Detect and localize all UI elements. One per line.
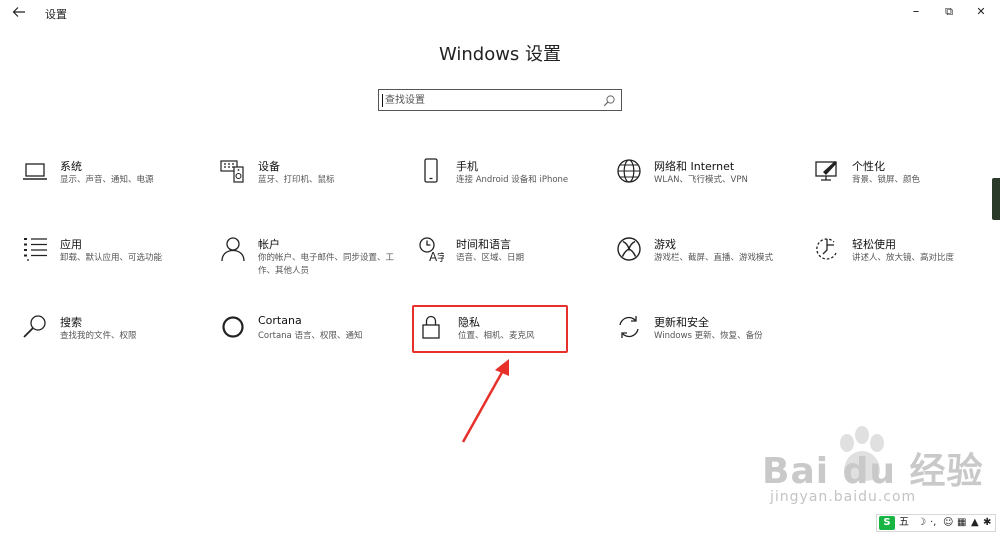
tile-title: 更新和安全 (654, 316, 709, 329)
svg-text:字: 字 (437, 251, 444, 262)
title-bar: 设置 – ⧉ ✕ (0, 0, 1000, 26)
laptop-icon (22, 158, 48, 184)
tile-description: 卸载、默认应用、可选功能 (60, 253, 163, 263)
tile-title: Cortana (258, 314, 302, 327)
settings-tile-cortana[interactable]: Cortana Cortana 语言、权限、通知 (220, 314, 410, 374)
tile-description: 显示、声音、通知、电源 (60, 175, 154, 185)
ime-toolbar[interactable]: S 五 ☽ ·, ☺ ▦ ▲ ✱ (876, 514, 996, 532)
settings-tile-devices[interactable]: 设备 蓝牙、打印机、鼠标 (220, 158, 410, 218)
settings-tile-network[interactable]: 网络和 Internet WLAN、飞行模式、VPN (616, 158, 806, 218)
tile-description: 蓝牙、打印机、鼠标 (258, 175, 335, 185)
maximize-button[interactable]: ⧉ (938, 3, 960, 21)
text-caret (382, 94, 383, 107)
settings-tile-accounts[interactable]: 帐户 你的帐户、电子邮件、同步设置、工作、其他人员 (220, 236, 410, 296)
paint-monitor-icon (814, 158, 840, 184)
time-language-icon: A字 (418, 236, 444, 262)
person-icon (220, 236, 246, 262)
settings-tile-search[interactable]: 搜索 查找我的文件、权限 (22, 314, 212, 374)
search-icon[interactable] (602, 93, 616, 107)
sync-arrows-icon (616, 314, 642, 340)
tile-description: WLAN、飞行模式、VPN (654, 175, 748, 185)
magnifier-icon (22, 314, 48, 340)
tile-title: 应用 (60, 238, 82, 251)
cortana-ring-icon (220, 314, 246, 340)
ime-logo-icon[interactable]: S (879, 516, 895, 530)
xbox-icon (616, 236, 642, 262)
tile-description: 游戏栏、截屏、直播、游戏模式 (654, 253, 774, 263)
tile-description: 背景、锁屏、颜色 (852, 175, 921, 185)
tile-title: 轻松使用 (852, 238, 896, 251)
ime-punctuation-icon[interactable]: ·, (930, 516, 936, 530)
ime-settings-icon[interactable]: ✱ (983, 516, 991, 530)
tile-description: 连接 Android 设备和 iPhone (456, 175, 569, 185)
tile-title: 游戏 (654, 238, 676, 251)
back-arrow-icon[interactable] (10, 3, 28, 21)
ime-moon-icon[interactable]: ☽ (917, 516, 926, 530)
settings-tile-personalization[interactable]: 个性化 背景、锁屏、颜色 (814, 158, 1000, 218)
side-widget[interactable] (992, 178, 1000, 220)
settings-tile-apps[interactable]: 应用 卸载、默认应用、可选功能 (22, 236, 212, 296)
ime-keyboard-icon[interactable]: ▦ (957, 516, 966, 530)
ime-mode-label[interactable]: 五 (899, 516, 909, 530)
tile-title: 帐户 (258, 238, 280, 251)
settings-tile-phone[interactable]: 手机 连接 Android 设备和 iPhone (418, 158, 608, 218)
tile-description: Cortana 语言、权限、通知 (258, 331, 363, 341)
tile-description: 语音、区域、日期 (456, 253, 525, 263)
annotation-highlight-box (412, 305, 568, 353)
tile-description: Windows 更新、恢复、备份 (654, 331, 763, 341)
keyboard-speaker-icon (220, 158, 246, 184)
tile-description: 查找我的文件、权限 (60, 331, 137, 341)
settings-tile-gaming[interactable]: 游戏 游戏栏、截屏、直播、游戏模式 (616, 236, 806, 296)
tile-title: 时间和语言 (456, 238, 511, 251)
tile-title: 网络和 Internet (654, 160, 735, 173)
settings-tile-time-language[interactable]: A字 时间和语言 语音、区域、日期 (418, 236, 608, 296)
app-list-icon (22, 236, 48, 262)
page-title: Windows 设置 (438, 44, 562, 65)
globe-icon (616, 158, 642, 184)
window-title: 设置 (45, 8, 67, 21)
ime-skin-icon[interactable]: ▲ (971, 516, 979, 530)
tile-title: 系统 (60, 160, 82, 173)
annotation-arrow (461, 359, 509, 443)
settings-tile-ease-of-access[interactable]: 轻松使用 讲述人、放大镜、高对比度 (814, 236, 1000, 296)
tile-title: 设备 (258, 160, 280, 173)
tile-description: 你的帐户、电子邮件、同步设置、工作、其他人员 (258, 253, 395, 276)
ime-emoji-icon[interactable]: ☺ (943, 516, 953, 530)
tile-description: 讲述人、放大镜、高对比度 (852, 253, 955, 263)
tile-title: 个性化 (852, 160, 885, 173)
minimize-button[interactable]: – (905, 3, 927, 21)
watermark-url: jingyan.baidu.com (770, 489, 917, 505)
search-input[interactable] (385, 92, 595, 108)
close-button[interactable]: ✕ (970, 3, 992, 21)
tile-title: 搜索 (60, 316, 82, 329)
tile-title: 手机 (456, 160, 478, 173)
watermark-brand: Bai du 经验 (762, 451, 984, 492)
phone-icon (418, 158, 444, 184)
settings-tile-system[interactable]: 系统 显示、声音、通知、电源 (22, 158, 212, 218)
ease-of-access-icon (814, 236, 840, 262)
search-box[interactable] (378, 89, 622, 111)
settings-tile-update-security[interactable]: 更新和安全 Windows 更新、恢复、备份 (616, 314, 806, 374)
